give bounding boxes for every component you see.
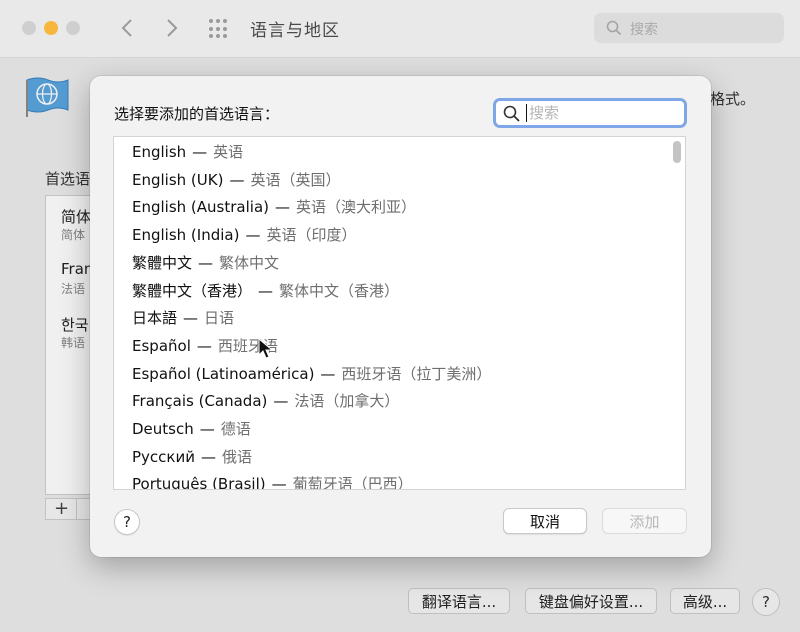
back-button[interactable]: [115, 14, 139, 42]
language-separator: —: [192, 143, 208, 161]
language-separator: —: [229, 170, 245, 189]
forward-button[interactable]: [160, 14, 184, 42]
language-native-name: Русский: [132, 447, 195, 466]
language-row[interactable]: English (Australia) — 英语（澳大利亚）: [132, 196, 416, 220]
language-chinese-name: 繁体中文: [219, 253, 280, 272]
dialog-search-placeholder: 搜索: [529, 104, 560, 122]
language-list[interactable]: English — 英语 English (UK) — 英语（英国） English (Au…: [113, 136, 686, 490]
language-row[interactable]: 繁體中文 — 繁体中文: [132, 252, 279, 276]
language-native-name: English: [132, 143, 187, 161]
language-row[interactable]: 日本語 — 日语: [132, 307, 234, 331]
language-row[interactable]: Español — 西班牙语: [132, 335, 278, 359]
language-chinese-name: 德语: [220, 420, 251, 438]
show-all-grid-icon[interactable]: [209, 17, 231, 39]
dialog-title: 选择要添加的首选语言：: [114, 105, 280, 123]
add-button[interactable]: 添加: [602, 508, 687, 534]
dialog-help-button[interactable]: ?: [114, 509, 140, 535]
language-chinese-name: 法语（加拿大）: [294, 392, 400, 411]
language-chinese-name: 日语: [204, 309, 235, 328]
language-row[interactable]: English (UK) — 英语（英国）: [132, 169, 340, 193]
window-search-field[interactable]: 搜索: [594, 13, 784, 43]
chevron-left-icon: [121, 19, 132, 37]
cancel-button[interactable]: 取消: [503, 508, 587, 534]
language-native-name: Deutsch: [132, 420, 194, 438]
language-separator: —: [320, 364, 336, 383]
minimize-window-button[interactable]: [44, 21, 58, 35]
language-separator: —: [183, 309, 199, 328]
language-separator: —: [198, 253, 214, 272]
chevron-right-icon: [167, 19, 178, 37]
dialog-search-field[interactable]: 搜索: [493, 98, 687, 128]
language-separator: —: [199, 420, 215, 438]
language-separator: —: [196, 336, 212, 355]
language-separator: —: [271, 475, 287, 490]
language-row[interactable]: 繁體中文（香港） — 繁体中文（香港）: [132, 280, 399, 304]
text-caret: [526, 104, 527, 122]
language-native-name: Español: [132, 336, 191, 355]
language-row[interactable]: English (India) — 英语（印度）: [132, 224, 356, 248]
language-chinese-name: 英语（印度）: [266, 226, 357, 245]
language-separator: —: [273, 392, 289, 411]
language-separator: —: [245, 226, 261, 245]
search-icon: [606, 20, 622, 36]
mouse-pointer-icon: [258, 338, 274, 359]
window-titlebar: 语言与地区 搜索: [0, 0, 800, 58]
language-native-name: Português (Brasil): [132, 475, 266, 490]
language-chinese-name: 英语（英国）: [250, 170, 341, 189]
language-row[interactable]: Русский — 俄语: [132, 446, 252, 470]
search-icon: [503, 105, 520, 122]
add-language-dialog: 选择要添加的首选语言： 搜索 English — 英语 English (UK) — 英语…: [90, 76, 711, 557]
language-native-name: 繁體中文（香港）: [132, 281, 253, 300]
language-native-name: English (Australia): [132, 198, 269, 217]
language-separator: —: [200, 447, 216, 466]
language-native-name: English (UK): [132, 170, 224, 189]
language-chinese-name: 西班牙语（拉丁美洲）: [341, 364, 492, 383]
language-chinese-name: 葡萄牙语（巴西）: [292, 475, 413, 490]
language-chinese-name: 英语: [213, 143, 244, 161]
language-chinese-name: 繁体中文（香港）: [279, 281, 400, 300]
language-native-name: 繁體中文: [132, 253, 193, 272]
language-chinese-name: 俄语: [221, 447, 252, 466]
language-chinese-name: 英语（澳大利亚）: [296, 198, 417, 217]
language-row[interactable]: English — 英语: [132, 141, 243, 165]
list-scrollbar[interactable]: [673, 141, 681, 163]
language-row[interactable]: Français (Canada) — 法语（加拿大）: [132, 390, 399, 414]
language-row[interactable]: Español (Latinoamérica) — 西班牙语（拉丁美洲）: [132, 363, 491, 387]
window-title: 语言与地区: [250, 21, 340, 41]
language-separator: —: [258, 281, 274, 300]
language-native-name: 日本語: [132, 309, 178, 328]
window-search-placeholder: 搜索: [630, 22, 658, 38]
language-row[interactable]: Deutsch — 德语: [132, 418, 251, 442]
language-separator: —: [275, 198, 290, 217]
language-native-name: Español (Latinoamérica): [132, 364, 315, 383]
close-window-button[interactable]: [22, 21, 36, 35]
zoom-window-button[interactable]: [66, 21, 80, 35]
language-native-name: Français (Canada): [132, 392, 268, 411]
language-row[interactable]: Português (Brasil) — 葡萄牙语（巴西）: [132, 473, 413, 490]
language-native-name: English (India): [132, 226, 240, 245]
